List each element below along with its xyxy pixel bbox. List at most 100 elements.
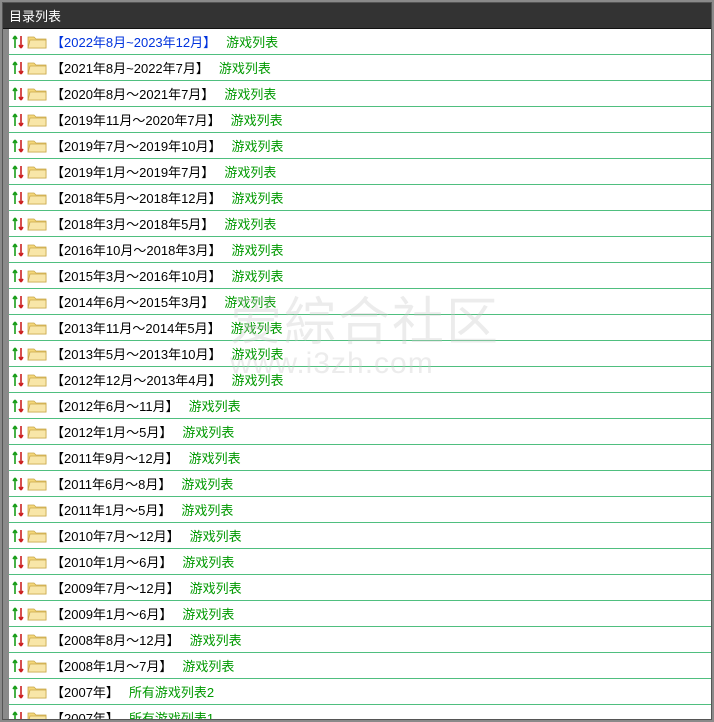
folder-row[interactable]: 【2019年11月～2020年7月】游戏列表 xyxy=(9,107,711,133)
sort-arrows-icon xyxy=(11,345,25,363)
game-list-link[interactable]: 游戏列表 xyxy=(182,656,234,675)
game-list-link[interactable]: 游戏列表 xyxy=(182,604,234,623)
folder-row[interactable]: 【2016年10月～2018年3月】游戏列表 xyxy=(9,237,711,263)
game-list-link[interactable]: 游戏列表 xyxy=(190,578,242,597)
date-range-label: 【2016年10月～2018年3月】 xyxy=(51,240,222,259)
date-range-label: 【2007年】 xyxy=(51,682,119,701)
folder-icon xyxy=(27,658,47,674)
folder-icon xyxy=(27,580,47,596)
sort-arrows-icon xyxy=(11,111,25,129)
folder-row[interactable]: 【2007年】所有游戏列表2 xyxy=(9,679,711,705)
folder-list[interactable]: 【2022年8月~2023年12月】游戏列表 【2021年8月~2022年7月】… xyxy=(3,29,711,719)
folder-row[interactable]: 【2009年7月～12月】游戏列表 xyxy=(9,575,711,601)
folder-icon xyxy=(27,294,47,310)
sort-arrows-icon xyxy=(11,189,25,207)
folder-icon xyxy=(27,710,47,720)
date-range-label: 【2013年5月～2013年10月】 xyxy=(51,344,222,363)
folder-row[interactable]: 【2015年3月～2016年10月】游戏列表 xyxy=(9,263,711,289)
game-list-link[interactable]: 游戏列表 xyxy=(226,32,278,51)
sort-arrows-icon xyxy=(11,293,25,311)
folder-row[interactable]: 【2008年8月～12月】游戏列表 xyxy=(9,627,711,653)
folder-row[interactable]: 【2022年8月~2023年12月】游戏列表 xyxy=(9,29,711,55)
date-range-label: 【2009年1月～6月】 xyxy=(51,604,172,623)
game-list-link[interactable]: 游戏列表 xyxy=(189,396,241,415)
folder-row[interactable]: 【2012年1月～5月】游戏列表 xyxy=(9,419,711,445)
game-list-link[interactable]: 游戏列表 xyxy=(224,214,276,233)
folder-icon xyxy=(27,554,47,570)
folder-row[interactable]: 【2009年1月～6月】游戏列表 xyxy=(9,601,711,627)
folder-icon xyxy=(27,424,47,440)
game-list-link[interactable]: 游戏列表 xyxy=(181,474,233,493)
folder-row[interactable]: 【2011年9月～12月】游戏列表 xyxy=(9,445,711,471)
folder-icon xyxy=(27,138,47,154)
game-list-link[interactable]: 游戏列表 xyxy=(232,136,284,155)
game-list-link[interactable]: 游戏列表 xyxy=(189,448,241,467)
folder-row[interactable]: 【2010年1月～6月】游戏列表 xyxy=(9,549,711,575)
game-list-link[interactable]: 游戏列表 xyxy=(232,240,284,259)
folder-icon xyxy=(27,606,47,622)
date-range-label: 【2011年6月～8月】 xyxy=(51,474,171,493)
folder-icon xyxy=(27,476,47,492)
game-list-link[interactable]: 游戏列表 xyxy=(190,526,242,545)
date-range-label: 【2011年9月～12月】 xyxy=(51,448,179,467)
game-list-link[interactable]: 游戏列表 xyxy=(232,370,284,389)
folder-row[interactable]: 【2012年12月～2013年4月】游戏列表 xyxy=(9,367,711,393)
game-list-link[interactable]: 游戏列表 xyxy=(190,630,242,649)
folder-row[interactable]: 【2013年5月～2013年10月】游戏列表 xyxy=(9,341,711,367)
date-range-label: 【2009年7月～12月】 xyxy=(51,578,180,597)
folder-icon xyxy=(27,164,47,180)
folder-row[interactable]: 【2011年1月～5月】游戏列表 xyxy=(9,497,711,523)
game-list-link[interactable]: 游戏列表 xyxy=(219,58,271,77)
game-list-link[interactable]: 所有游戏列表2 xyxy=(129,682,214,701)
game-list-link[interactable]: 游戏列表 xyxy=(232,344,284,363)
date-range-label: 【2008年1月～7月】 xyxy=(51,656,172,675)
date-range-label: 【2021年8月~2022年7月】 xyxy=(51,58,209,77)
folder-row[interactable]: 【2011年6月～8月】游戏列表 xyxy=(9,471,711,497)
folder-row[interactable]: 【2012年6月～11月】游戏列表 xyxy=(9,393,711,419)
folder-row[interactable]: 【2018年3月～2018年5月】游戏列表 xyxy=(9,211,711,237)
sort-arrows-icon xyxy=(11,527,25,545)
game-list-link[interactable]: 游戏列表 xyxy=(232,188,284,207)
game-list-link[interactable]: 游戏列表 xyxy=(231,110,283,129)
sort-arrows-icon xyxy=(11,475,25,493)
date-range-label: 【2015年3月～2016年10月】 xyxy=(51,266,222,285)
sort-arrows-icon xyxy=(11,59,25,77)
sort-arrows-icon xyxy=(11,267,25,285)
game-list-link[interactable]: 游戏列表 xyxy=(224,292,276,311)
folder-row[interactable]: 【2008年1月～7月】游戏列表 xyxy=(9,653,711,679)
window-frame: 目录列表 【2022年8月~2023年12月】游戏列表 【2021年8月~202… xyxy=(2,2,712,720)
folder-row[interactable]: 【2013年11月～2014年5月】游戏列表 xyxy=(9,315,711,341)
date-range-label: 【2010年1月～6月】 xyxy=(51,552,172,571)
sort-arrows-icon xyxy=(11,371,25,389)
folder-icon xyxy=(27,632,47,648)
date-range-label: 【2018年3月～2018年5月】 xyxy=(51,214,214,233)
game-list-link[interactable]: 游戏列表 xyxy=(182,552,234,571)
sort-arrows-icon xyxy=(11,33,25,51)
folder-icon xyxy=(27,268,47,284)
folder-row[interactable]: 【2007年】所有游戏列表1 xyxy=(9,705,711,719)
game-list-link[interactable]: 游戏列表 xyxy=(231,318,283,337)
folder-icon xyxy=(27,528,47,544)
sort-arrows-icon xyxy=(11,241,25,259)
game-list-link[interactable]: 游戏列表 xyxy=(224,162,276,181)
folder-row[interactable]: 【2019年7月～2019年10月】游戏列表 xyxy=(9,133,711,159)
folder-icon xyxy=(27,346,47,362)
game-list-link[interactable]: 游戏列表 xyxy=(224,84,276,103)
game-list-link[interactable]: 游戏列表 xyxy=(181,500,233,519)
game-list-link[interactable]: 游戏列表 xyxy=(182,422,234,441)
folder-icon xyxy=(27,86,47,102)
game-list-link[interactable]: 所有游戏列表1 xyxy=(129,708,214,719)
game-list-link[interactable]: 游戏列表 xyxy=(232,266,284,285)
folder-row[interactable]: 【2014年6月～2015年3月】游戏列表 xyxy=(9,289,711,315)
folder-row[interactable]: 【2020年8月～2021年7月】游戏列表 xyxy=(9,81,711,107)
header-title: 目录列表 xyxy=(9,9,61,24)
folder-icon xyxy=(27,190,47,206)
folder-row[interactable]: 【2018年5月～2018年12月】游戏列表 xyxy=(9,185,711,211)
date-range-label: 【2019年7月～2019年10月】 xyxy=(51,136,222,155)
folder-icon xyxy=(27,320,47,336)
folder-row[interactable]: 【2019年1月～2019年7月】游戏列表 xyxy=(9,159,711,185)
folder-row[interactable]: 【2021年8月~2022年7月】游戏列表 xyxy=(9,55,711,81)
sort-arrows-icon xyxy=(11,163,25,181)
folder-row[interactable]: 【2010年7月～12月】游戏列表 xyxy=(9,523,711,549)
date-range-label: 【2008年8月～12月】 xyxy=(51,630,180,649)
